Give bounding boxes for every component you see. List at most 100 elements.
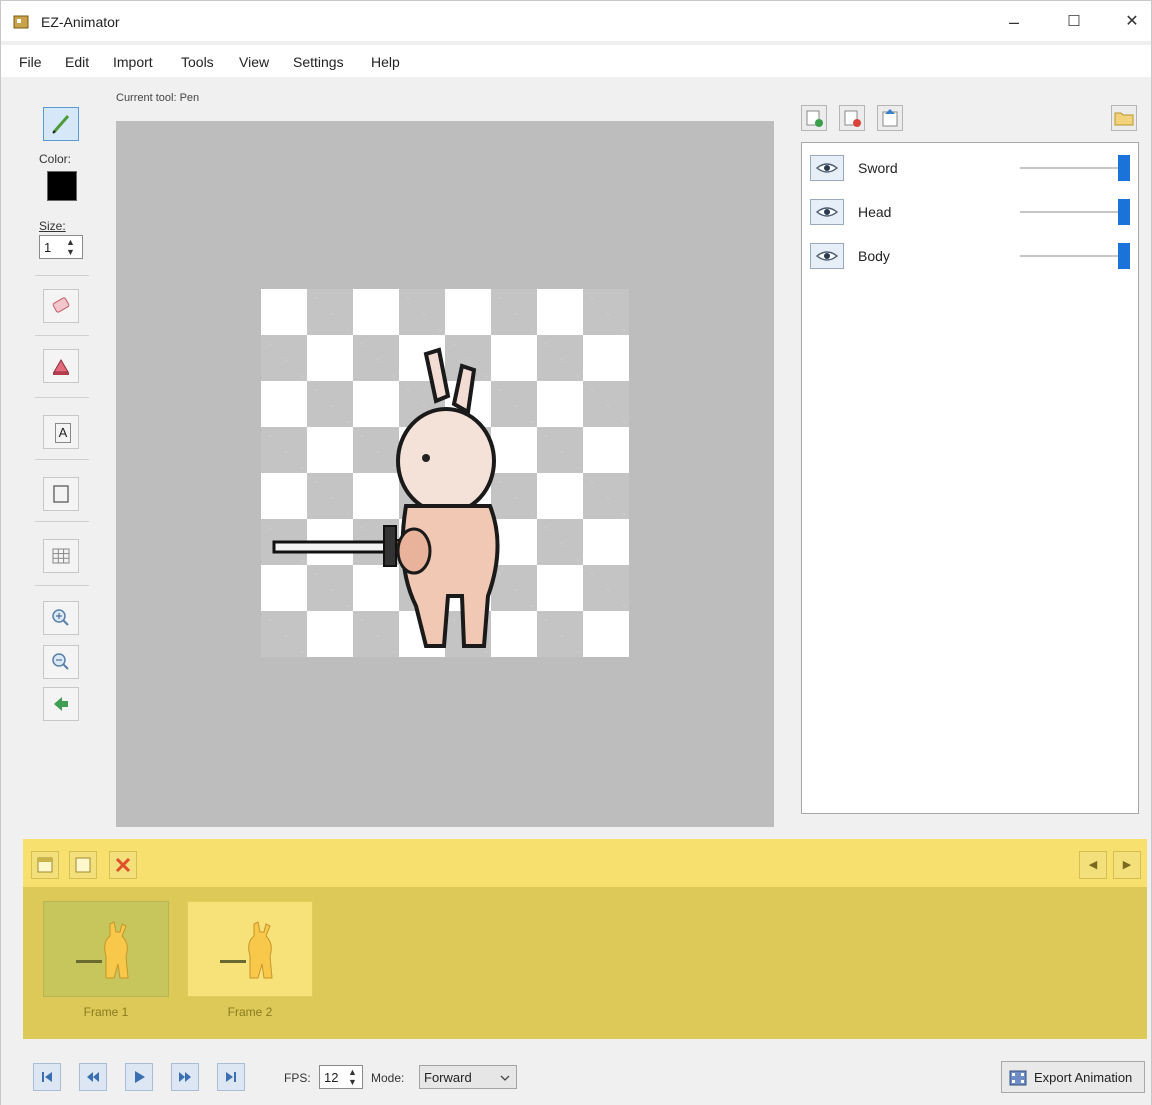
opacity-slider-thumb[interactable]	[1118, 155, 1130, 181]
zoom-reset-icon	[54, 697, 68, 711]
timeline-toolbar: ◀ ▶	[23, 839, 1147, 887]
mode-label: Mode:	[371, 1071, 405, 1085]
layer-up-icon	[882, 109, 898, 127]
add-layer-button[interactable]	[801, 105, 827, 131]
layer-folder-button[interactable]	[1111, 105, 1137, 131]
size-stepper[interactable]: 1 ▲ ▼	[39, 235, 83, 259]
stepper-arrows-icon[interactable]: ▲ ▼	[66, 237, 75, 257]
menu-import[interactable]: Import	[113, 54, 153, 70]
toolbox-divider	[35, 275, 89, 276]
opacity-slider-track[interactable]	[1020, 211, 1126, 213]
fps-value: 12	[324, 1070, 339, 1085]
mode-value: Forward	[424, 1070, 472, 1085]
move-layer-up-button[interactable]	[877, 105, 903, 131]
play-icon	[135, 1071, 145, 1083]
selection-rect-icon	[53, 485, 69, 503]
fast-forward-icon	[179, 1072, 191, 1082]
add-frame-icon	[37, 857, 53, 873]
toolbox-divider	[35, 521, 89, 522]
rewind-icon	[87, 1072, 99, 1082]
layer-name: Head	[858, 204, 892, 220]
size-label: Size:	[39, 219, 66, 233]
menu-view[interactable]: View	[239, 54, 269, 70]
first-frame-button[interactable]	[33, 1063, 61, 1091]
minimize-button[interactable]: –	[991, 7, 1037, 37]
step-forward-button[interactable]	[171, 1063, 199, 1091]
delete-x-icon	[115, 857, 131, 873]
export-film-icon	[1009, 1070, 1027, 1086]
menu-help[interactable]: Help	[371, 54, 400, 70]
text-tool-button[interactable]: A	[43, 415, 79, 449]
select-tool-button[interactable]	[43, 477, 79, 511]
layer-row[interactable]: Head	[810, 197, 1132, 227]
frame-2-sprite-icon	[220, 921, 273, 979]
toolbox-divider	[35, 335, 89, 336]
title-bar: EZ-Animator – ☐ ✕	[1, 1, 1151, 41]
frame-thumbnail-2[interactable]	[187, 901, 313, 997]
export-label: Export Animation	[1034, 1070, 1133, 1085]
maximize-button[interactable]: ☐	[1051, 7, 1097, 37]
zoom-in-icon	[52, 609, 69, 626]
delete-frame-button[interactable]	[109, 851, 137, 879]
skip-end-icon	[226, 1072, 236, 1082]
duplicate-frame-button[interactable]	[69, 851, 97, 879]
current-tool-status: Current tool: Pen	[116, 92, 200, 104]
app-logo-icon	[13, 15, 29, 29]
menu-bar: File Edit Import Tools View Settings Hel…	[1, 45, 1151, 77]
grid-toggle-button[interactable]	[43, 539, 79, 573]
fill-bucket-icon	[53, 359, 69, 375]
layer-name: Body	[858, 248, 890, 264]
eraser-tool-button[interactable]	[43, 289, 79, 323]
menu-file[interactable]: File	[19, 54, 42, 70]
stepper-arrows-icon[interactable]: ▲ ▼	[348, 1067, 357, 1087]
chevron-down-icon	[500, 1075, 510, 1081]
zoom-out-icon	[52, 653, 69, 670]
next-frame-button[interactable]: ▶	[1113, 851, 1141, 879]
step-back-button[interactable]	[79, 1063, 107, 1091]
mode-select[interactable]: Forward	[419, 1065, 517, 1089]
toolbox-divider	[35, 585, 89, 586]
opacity-slider-thumb[interactable]	[1118, 243, 1130, 269]
fps-label: FPS:	[284, 1071, 311, 1085]
frame-strip: Frame 1 Frame 2	[23, 887, 1147, 1039]
opacity-slider-track[interactable]	[1020, 167, 1126, 169]
drawing-canvas[interactable]	[116, 121, 774, 827]
eye-icon	[815, 251, 839, 261]
visibility-toggle-button[interactable]	[810, 243, 844, 269]
layer-row[interactable]: Sword	[810, 153, 1132, 183]
layer-list: Sword Head Body	[801, 142, 1139, 814]
frame-2-label: Frame 2	[227, 1005, 273, 1019]
zoom-out-button[interactable]	[43, 645, 79, 679]
menu-settings[interactable]: Settings	[293, 54, 344, 70]
export-animation-button[interactable]: Export Animation	[1001, 1061, 1145, 1093]
frame-1-label: Frame 1	[83, 1005, 129, 1019]
menu-tools[interactable]: Tools	[181, 54, 214, 70]
close-button[interactable]: ✕	[1109, 7, 1152, 37]
add-layer-icon	[806, 110, 823, 127]
last-frame-button[interactable]	[217, 1063, 245, 1091]
sword-sprite	[272, 525, 411, 567]
fill-tool-button[interactable]	[43, 349, 79, 383]
reset-zoom-button[interactable]	[43, 687, 79, 721]
zoom-in-button[interactable]	[43, 601, 79, 635]
blank-frame-icon	[75, 857, 91, 873]
menu-edit[interactable]: Edit	[65, 54, 89, 70]
color-swatch[interactable]	[47, 171, 77, 201]
layer-row[interactable]: Body	[810, 241, 1132, 271]
eye-icon	[815, 163, 839, 173]
visibility-toggle-button[interactable]	[810, 199, 844, 225]
play-button[interactable]	[125, 1063, 153, 1091]
rabbit-sprite	[272, 347, 500, 648]
pen-tool-button[interactable]	[43, 107, 79, 141]
visibility-toggle-button[interactable]	[810, 155, 844, 181]
fps-stepper[interactable]: 12 ▲ ▼	[319, 1065, 363, 1089]
toolbox-divider	[35, 397, 89, 398]
opacity-slider-track[interactable]	[1020, 255, 1126, 257]
previous-frame-button[interactable]: ◀	[1079, 851, 1107, 879]
remove-layer-button[interactable]	[839, 105, 865, 131]
add-frame-button[interactable]	[31, 851, 59, 879]
opacity-slider-thumb[interactable]	[1118, 199, 1130, 225]
frame-thumbnail-1[interactable]	[43, 901, 169, 997]
playback-bar: FPS: 12 ▲ ▼ Mode: Forward Export Animatio…	[1, 1047, 1151, 1105]
folder-icon	[1114, 112, 1134, 126]
